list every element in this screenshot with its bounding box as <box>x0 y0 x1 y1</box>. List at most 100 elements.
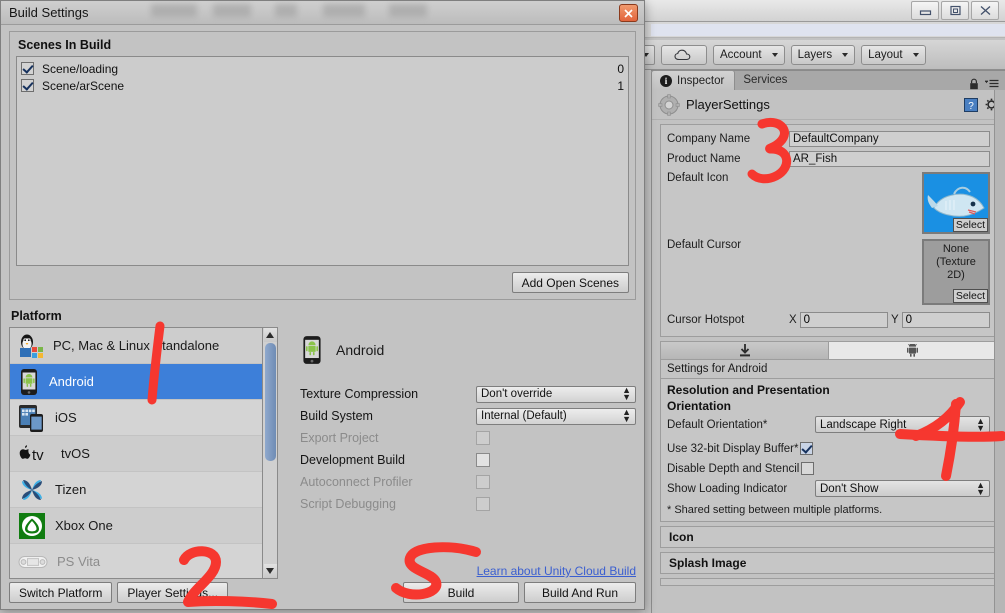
xbox-icon <box>19 512 45 539</box>
hamburger-menu-icon[interactable] <box>985 79 999 89</box>
cursor-hotspot-x-field[interactable]: 0 <box>799 311 888 328</box>
company-name-row: Company Name DefaultCompany <box>667 129 990 148</box>
chevron-down-icon <box>771 52 778 57</box>
inspector-scrollbar[interactable] <box>994 90 1005 613</box>
platform-label: Tizen <box>55 482 87 497</box>
cloud-button[interactable] <box>661 44 707 65</box>
svg-text:?: ? <box>968 101 974 112</box>
disable-depth-checkbox[interactable] <box>801 462 815 475</box>
layout-label: Layout <box>868 48 903 61</box>
player-settings-platform-tabs <box>660 341 997 360</box>
restore-button[interactable] <box>941 1 969 20</box>
scenes-list[interactable]: Scene/loading 0 Scene/arScene 1 <box>16 56 629 266</box>
platform-list[interactable]: PC, Mac & Linux Standalone Android iOS t… <box>9 327 264 579</box>
default-orientation-label: Default Orientation* <box>667 418 768 431</box>
development-build-row: Development Build <box>300 449 636 471</box>
info-icon: i <box>660 74 672 87</box>
icon-section-title: Icon <box>669 530 694 544</box>
ios-icon <box>19 404 43 432</box>
tab-services[interactable]: Services <box>735 70 797 90</box>
platform-tab-standalone[interactable] <box>661 342 829 359</box>
scenes-in-build-panel: Scenes In Build Scene/loading 0 Scene/ar… <box>9 31 636 300</box>
script-debugging-row: Script Debugging <box>300 493 636 515</box>
close-button[interactable] <box>971 1 999 20</box>
platform-label: tvOS <box>61 446 90 461</box>
layers-dropdown[interactable]: Layers <box>790 44 856 65</box>
platform-section-title: Platform <box>11 309 62 323</box>
close-icon <box>624 8 633 18</box>
cursor-hotspot-fields: X 0 Y 0 <box>789 311 990 328</box>
layout-dropdown[interactable]: Layout <box>861 44 926 65</box>
build-and-run-button[interactable]: Build And Run <box>524 582 636 603</box>
android-icon <box>303 336 321 364</box>
platform-item-android[interactable]: Android <box>10 364 263 400</box>
gear-icon <box>658 93 680 116</box>
use-32bit-checkbox[interactable] <box>800 442 814 455</box>
platform-item-tvos[interactable]: tv tvOS <box>10 436 263 472</box>
tab-inspector[interactable]: i Inspector <box>651 70 736 90</box>
unity-window-titlebar <box>645 0 1005 22</box>
scene-row[interactable]: Scene/loading 0 <box>21 60 624 77</box>
scene-name: Scene/loading <box>42 61 119 76</box>
icon-section-header[interactable]: Icon <box>660 526 997 548</box>
scene-row[interactable]: Scene/arScene 1 <box>21 77 624 94</box>
export-project-checkbox[interactable] <box>476 431 490 445</box>
platform-item-xbox-one[interactable]: Xbox One <box>10 508 263 544</box>
build-system-value: Internal (Default) <box>481 410 567 422</box>
default-cursor-value-line2: (Texture <box>936 256 976 268</box>
inspector-body: PlayerSettings ? Company Name DefaultCom… <box>651 90 1005 613</box>
minimize-button[interactable] <box>911 1 939 20</box>
cursor-hotspot-row: Cursor Hotspot X 0 Y 0 <box>667 310 990 329</box>
default-cursor-slot[interactable]: None (Texture 2D) Select <box>922 239 990 305</box>
product-name-label: Product Name <box>667 152 741 165</box>
scene-index: 1 <box>617 78 624 93</box>
inspector-tab-bar: i Inspector Services <box>651 70 1005 90</box>
cursor-hotspot-y-field[interactable]: 0 <box>901 311 990 328</box>
platform-item-tizen[interactable]: Tizen <box>10 472 263 508</box>
help-book-icon[interactable]: ? <box>964 97 978 112</box>
texture-compression-dropdown[interactable]: Don't override ▲ ▼ <box>476 385 636 403</box>
script-debugging-checkbox[interactable] <box>476 497 490 511</box>
account-label: Account <box>720 48 762 61</box>
platform-list-scrollbar[interactable] <box>263 327 278 579</box>
default-orientation-row: Default Orientation* Landscape Right ▲ ▼ <box>667 415 990 434</box>
default-orientation-dropdown[interactable]: Landscape Right ▲ ▼ <box>815 416 990 433</box>
default-icon-slot[interactable]: Select <box>922 172 990 234</box>
unity-cloud-build-link[interactable]: Learn about Unity Cloud Build <box>9 564 636 578</box>
platform-item-ios[interactable]: iOS <box>10 400 263 436</box>
platform-tab-android[interactable] <box>829 342 996 359</box>
company-name-field[interactable]: DefaultCompany <box>789 130 990 147</box>
account-dropdown[interactable]: Account <box>713 44 785 65</box>
splash-image-section-header[interactable]: Splash Image <box>660 552 997 574</box>
updown-arrows-icon: ▲ ▼ <box>622 385 631 402</box>
default-cursor-select-button[interactable]: Select <box>952 289 988 303</box>
build-system-dropdown[interactable]: Internal (Default) ▲ ▼ <box>476 407 636 425</box>
platform-label: Xbox One <box>55 518 113 533</box>
dialog-close-button[interactable] <box>619 4 638 22</box>
development-build-checkbox[interactable] <box>476 453 490 467</box>
add-open-scenes-button[interactable]: Add Open Scenes <box>511 272 629 293</box>
scrollbar-thumb[interactable] <box>264 343 276 461</box>
build-settings-title: Build Settings <box>9 5 89 20</box>
texture-compression-label: Texture Compression <box>300 387 419 401</box>
build-system-row: Build System Internal (Default) ▲ ▼ <box>300 405 636 427</box>
loading-indicator-dropdown[interactable]: Don't Show ▲ ▼ <box>815 480 990 497</box>
product-name-field[interactable]: AR_Fish <box>789 150 990 167</box>
default-cursor-label: Default Cursor <box>667 239 742 251</box>
lock-icon[interactable] <box>969 78 979 90</box>
autoconnect-profiler-checkbox[interactable] <box>476 475 490 489</box>
build-button[interactable]: Build <box>403 582 519 603</box>
scene-enabled-checkbox[interactable] <box>21 62 34 75</box>
default-cursor-value-line3: 2D) <box>947 269 965 281</box>
scroll-up-arrow-icon[interactable] <box>263 328 277 342</box>
player-settings-general-box: Company Name DefaultCompany Product Name… <box>660 124 997 337</box>
default-icon-select-button[interactable]: Select <box>952 218 988 232</box>
next-section-header[interactable] <box>660 578 997 586</box>
player-settings-button[interactable]: Player Settings... <box>117 582 229 603</box>
switch-platform-button[interactable]: Switch Platform <box>9 582 113 603</box>
scene-enabled-checkbox[interactable] <box>21 79 34 92</box>
updown-arrows-icon: ▲ ▼ <box>976 479 985 497</box>
disable-depth-row: Disable Depth and Stencil <box>667 459 990 478</box>
platform-item-pc-mac-linux[interactable]: PC, Mac & Linux Standalone <box>10 328 263 364</box>
company-name-label: Company Name <box>667 132 751 145</box>
